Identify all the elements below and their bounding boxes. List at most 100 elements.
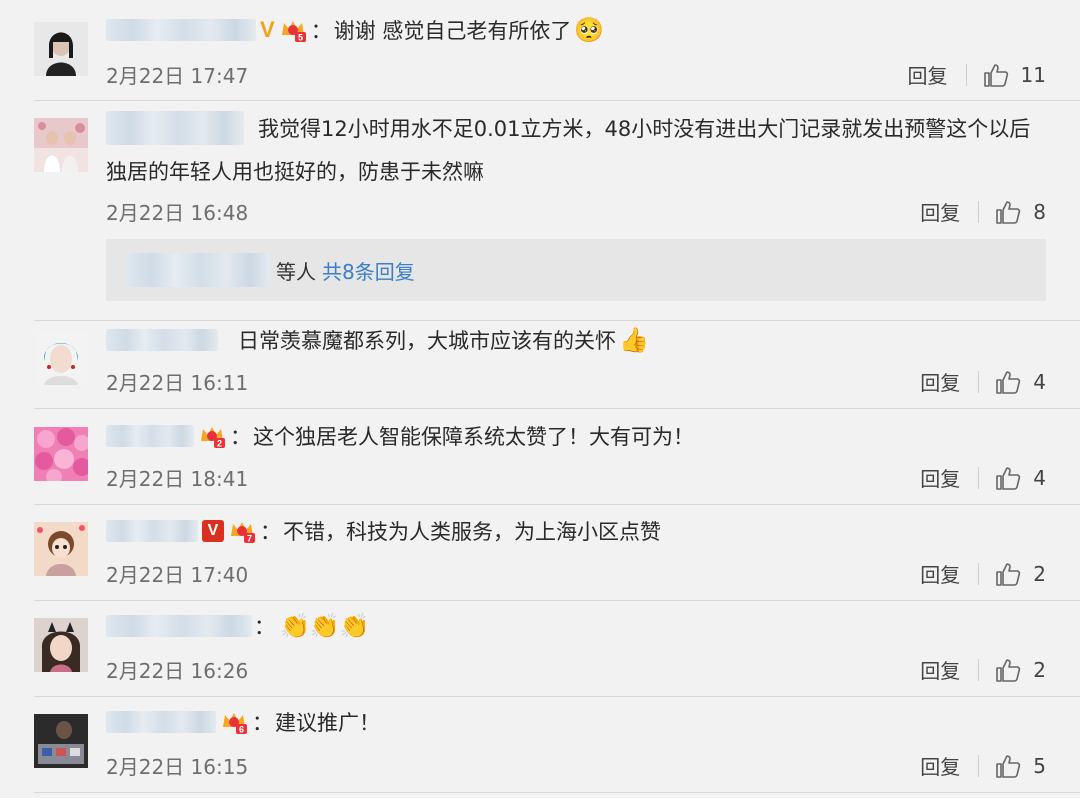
avatar[interactable] xyxy=(34,618,88,672)
svg-text:5: 5 xyxy=(298,33,303,43)
svg-text:7: 7 xyxy=(247,534,252,544)
comment-text: 这个独居老人智能保障系统太赞了！大有可为！ xyxy=(253,425,694,449)
row-divider xyxy=(34,696,1080,697)
svg-text:6: 6 xyxy=(239,725,244,735)
like-button[interactable]: 11 xyxy=(983,62,1046,88)
comment-time: 2月22日 17:47 xyxy=(106,64,249,88)
thumbs-up-icon xyxy=(996,200,1021,224)
reply-button[interactable]: 回复 xyxy=(920,197,960,226)
comment-header: 我觉得12小时用水不足0.01立方米，48小时没有进出大门记录就发出预警这个以后 xyxy=(106,111,1031,145)
comment-time: 2月22日 18:41 xyxy=(106,467,249,491)
comment-actions: 回复 8 xyxy=(920,197,1046,226)
thumbs-up-icon xyxy=(996,466,1021,490)
username-blurred[interactable] xyxy=(106,425,194,447)
row-divider xyxy=(34,100,1080,101)
like-count: 8 xyxy=(1033,199,1046,224)
colon: ： xyxy=(254,615,275,639)
comment-text: 日常羡慕魔都系列，大城市应该有的关怀 xyxy=(238,329,616,353)
comment-actions: 回复 2 xyxy=(920,559,1046,588)
comment-text-line1: 我觉得12小时用水不足0.01立方米，48小时没有进出大门记录就发出预警这个以后 xyxy=(258,117,1031,141)
avatar[interactable] xyxy=(34,714,88,768)
comment-actions: 回复 11 xyxy=(908,60,1046,89)
comment-text: 谢谢 感觉自己老有所依了 xyxy=(333,19,572,43)
comment-text-line2: 独居的年轻人用也挺好的，防患于未然嘛 xyxy=(106,160,484,184)
colon: ： xyxy=(310,19,332,43)
divider xyxy=(978,562,980,585)
verified-icon: V xyxy=(202,520,224,542)
username-blurred[interactable] xyxy=(106,615,252,637)
like-button[interactable]: 2 xyxy=(995,657,1046,683)
comment-actions: 回复 2 xyxy=(920,655,1046,684)
thumbs-up-icon xyxy=(996,562,1021,586)
view-more-replies-link[interactable]: 共8条回复 xyxy=(322,256,415,285)
colon: ： xyxy=(260,520,281,544)
row-divider xyxy=(34,320,1080,321)
username-blurred[interactable] xyxy=(106,329,218,351)
avatar[interactable] xyxy=(34,22,88,76)
username-blurred[interactable] xyxy=(106,711,216,733)
like-count: 2 xyxy=(1033,657,1046,682)
reply-button[interactable]: 回复 xyxy=(920,559,960,588)
divider xyxy=(978,370,980,393)
comment-feed: V 5 ： 谢谢 感觉自己老有所依了 🥺 2月22日 17:47 回复 11 我… xyxy=(0,0,1080,798)
username-blurred[interactable] xyxy=(106,111,244,145)
avatar[interactable] xyxy=(34,331,88,385)
reply-button[interactable]: 回复 xyxy=(908,60,948,89)
reply-button[interactable]: 回复 xyxy=(920,655,960,684)
avatar[interactable] xyxy=(34,522,88,576)
thumbs-up-icon xyxy=(996,658,1021,682)
pleading-face-icon: 🥺 xyxy=(574,16,605,44)
username-blurred[interactable] xyxy=(106,19,256,41)
divider xyxy=(978,754,980,777)
like-button[interactable]: 8 xyxy=(995,199,1046,225)
comment-time: 2月22日 16:11 xyxy=(106,371,249,395)
like-count: 4 xyxy=(1033,369,1046,394)
divider xyxy=(978,466,980,489)
comment-header: 2 ： 这个独居老人智能保障系统太赞了！大有可为！ xyxy=(106,421,694,451)
comment-text: 不错，科技为人类服务，为上海小区点赞 xyxy=(283,520,661,544)
thumbs-up-icon xyxy=(996,370,1021,394)
thumbs-up-icon xyxy=(983,63,1008,87)
like-button[interactable]: 2 xyxy=(995,561,1046,587)
avatar[interactable] xyxy=(34,118,88,172)
like-button[interactable]: 4 xyxy=(995,369,1046,395)
reply-button[interactable]: 回复 xyxy=(920,367,960,396)
like-count: 11 xyxy=(1020,62,1046,87)
like-count: 4 xyxy=(1033,465,1046,490)
username-blurred[interactable] xyxy=(106,520,198,542)
comment-time: 2月22日 16:26 xyxy=(106,659,249,683)
comment-actions: 回复 4 xyxy=(920,463,1046,492)
thumbs-up-emoji-icon: 👍 xyxy=(619,326,649,354)
row-divider xyxy=(34,504,1080,505)
vip-crown-icon: 2 xyxy=(198,423,226,449)
comment-actions: 回复 4 xyxy=(920,367,1046,396)
like-count: 5 xyxy=(1033,753,1046,778)
comment-actions: 回复 5 xyxy=(920,751,1046,780)
reply-button[interactable]: 回复 xyxy=(920,751,960,780)
sub-reply-who: 等人 xyxy=(276,259,316,284)
comment-header: V 7 ： 不错，科技为人类服务，为上海小区点赞 xyxy=(106,516,661,546)
comment-text: 建议推广！ xyxy=(275,711,380,735)
svg-text:2: 2 xyxy=(217,439,222,449)
colon: ： xyxy=(252,711,273,735)
verified-icon: V xyxy=(260,17,275,42)
comment-time: 2月22日 17:40 xyxy=(106,563,249,587)
row-divider xyxy=(34,600,1080,601)
thumbs-up-icon xyxy=(996,754,1021,778)
like-button[interactable]: 4 xyxy=(995,465,1046,491)
comment-header: ： 👏👏👏 xyxy=(106,611,370,641)
vip-crown-icon: 6 xyxy=(220,709,248,735)
comment-header: 6 ： 建议推广！ xyxy=(106,707,380,737)
avatar[interactable] xyxy=(34,427,88,481)
row-divider xyxy=(34,792,1080,793)
reply-button[interactable]: 回复 xyxy=(920,463,960,492)
vip-crown-icon: 5 xyxy=(279,17,307,43)
like-count: 2 xyxy=(1033,561,1046,586)
comment-header: 日常羡慕魔都系列，大城市应该有的关怀 👍 xyxy=(106,325,649,355)
vip-crown-icon: 7 xyxy=(228,518,256,544)
row-divider xyxy=(34,408,1080,409)
divider xyxy=(978,200,980,223)
comment-header: V 5 ： 谢谢 感觉自己老有所依了 🥺 xyxy=(106,15,604,45)
sub-replies-panel[interactable]: 等人 共8条回复 xyxy=(106,239,1046,301)
like-button[interactable]: 5 xyxy=(995,753,1046,779)
